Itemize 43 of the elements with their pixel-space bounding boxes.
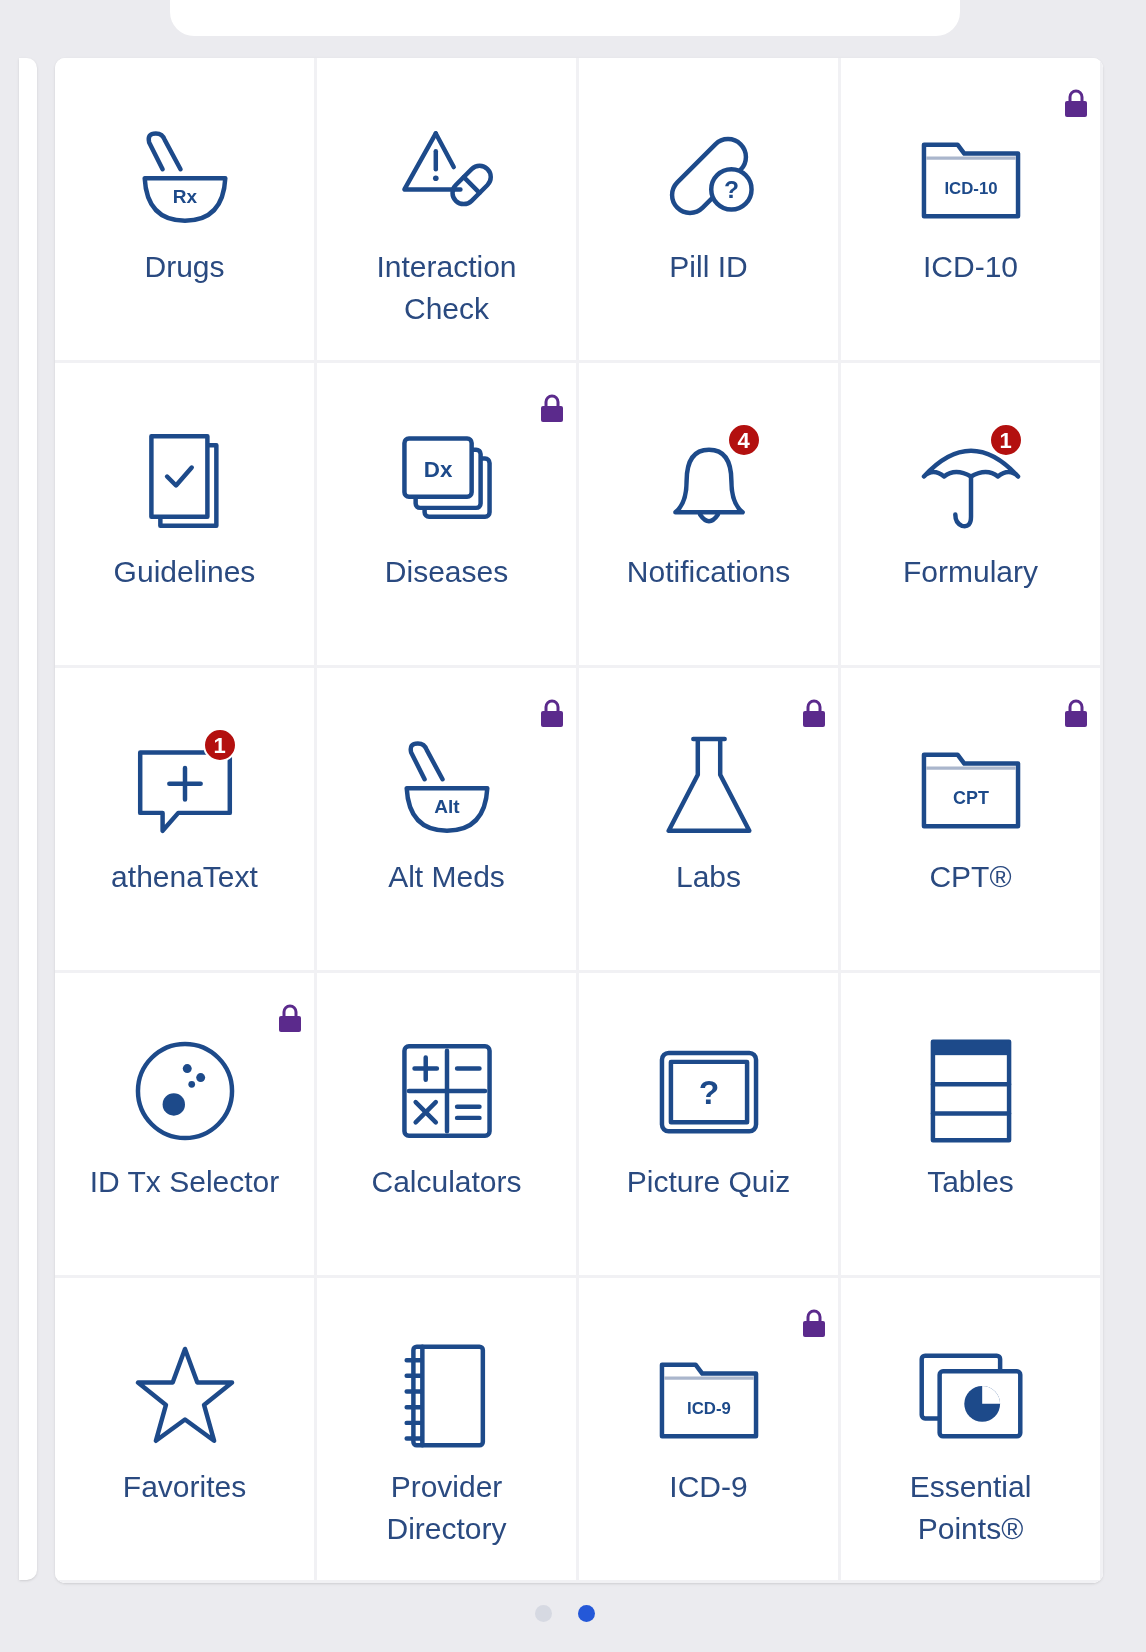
tile[interactable]: Interaction Check [317,58,579,363]
tile[interactable]: Calculators [317,973,579,1278]
count-badge: 4 [726,423,761,457]
tile-label: Tables [926,1164,1015,1200]
tile-label: Alt Meds [387,859,506,895]
tile[interactable]: Rx Drugs [55,58,317,363]
tile[interactable]: 1 athenaText [55,668,317,973]
tile[interactable]: Favorites [55,1278,317,1583]
tile[interactable]: 4 Notifications [579,363,841,668]
tile[interactable]: ICD-9 ICD-9 [579,1278,841,1583]
tile[interactable]: Tables [841,973,1103,1278]
tile[interactable]: Provider Directory [317,1278,579,1583]
tile-label: Diseases [383,554,510,590]
count-badge: 1 [202,728,237,762]
tile[interactable]: Alt Alt Meds [317,668,579,973]
tile-label: Formulary [902,554,1039,590]
count-badge: 1 [988,423,1023,457]
tile-label: Guidelines [112,554,257,590]
tile-label: athenaText [110,859,259,895]
tile-label: ICD-10 [922,249,1019,285]
tile-label: ID Tx Selector [88,1164,281,1200]
tile-label: Picture Quiz [625,1164,792,1200]
tile-label: Provider Directory [385,1469,508,1547]
tile[interactable]: CPT CPT® [841,668,1103,973]
tile[interactable]: ICD-10 ICD-10 [841,58,1103,363]
tile[interactable]: ID Tx Selector [55,973,317,1278]
tile-label: Calculators [370,1164,523,1200]
tile[interactable]: ? Pill ID [579,58,841,363]
tile[interactable]: 1 Formulary [841,363,1103,668]
tile[interactable]: Dx Diseases [317,363,579,668]
tile[interactable]: Guidelines [55,363,317,668]
tile[interactable]: Labs [579,668,841,973]
tile-label: Labs [674,859,743,895]
tile[interactable]: Essential Points® [841,1278,1103,1583]
tile-label: Favorites [121,1469,248,1505]
tile[interactable]: ? Picture Quiz [579,973,841,1278]
tile-label: Essential Points® [908,1469,1033,1547]
tile-label: CPT® [928,859,1013,895]
tile-label: ICD-9 [668,1469,749,1505]
tile-label: Pill ID [668,249,749,285]
tile-label: Drugs [143,249,226,285]
tile-label: Interaction Check [375,249,518,327]
tile-label: Notifications [625,554,792,590]
